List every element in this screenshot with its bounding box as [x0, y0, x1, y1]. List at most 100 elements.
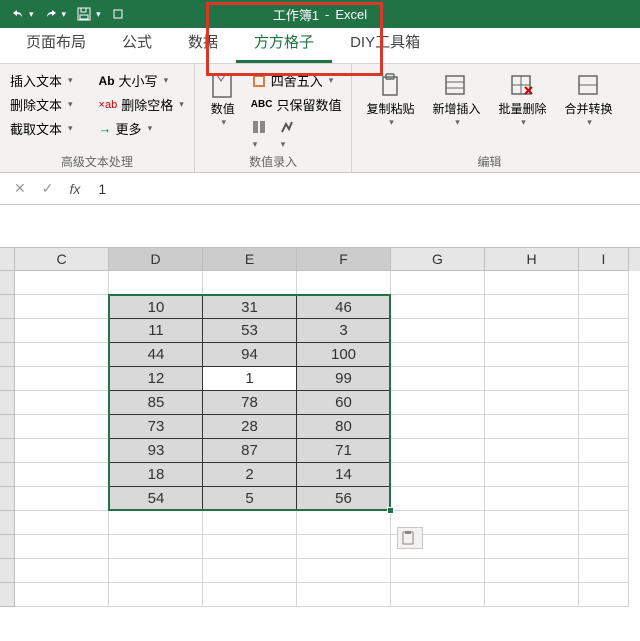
- tab-formulas[interactable]: 公式: [104, 23, 170, 63]
- cell[interactable]: [485, 415, 579, 439]
- row-header[interactable]: [0, 511, 15, 535]
- row-header[interactable]: [0, 535, 15, 559]
- cell[interactable]: [15, 367, 109, 391]
- col-header-f[interactable]: F: [297, 248, 391, 271]
- cell[interactable]: [579, 343, 629, 367]
- cell[interactable]: 1: [203, 367, 297, 391]
- row-header[interactable]: [0, 463, 15, 487]
- cell[interactable]: [109, 271, 203, 295]
- cell[interactable]: 46: [297, 295, 391, 319]
- cell[interactable]: [203, 511, 297, 535]
- cell[interactable]: [579, 559, 629, 583]
- insert-text-button[interactable]: 插入文本▾: [8, 70, 75, 91]
- cell[interactable]: [579, 487, 629, 511]
- cell[interactable]: [579, 439, 629, 463]
- fill-handle[interactable]: [387, 507, 394, 514]
- tab-diy-toolbox[interactable]: DIY工具箱: [332, 23, 438, 63]
- row-header[interactable]: [0, 295, 15, 319]
- cell[interactable]: [203, 535, 297, 559]
- cell[interactable]: [485, 511, 579, 535]
- case-button[interactable]: Ab大小写▾: [97, 70, 186, 91]
- cell[interactable]: 85: [109, 391, 203, 415]
- cell[interactable]: [15, 319, 109, 343]
- redo-button[interactable]: ▾: [41, 5, 70, 23]
- row-header[interactable]: [0, 391, 15, 415]
- cell[interactable]: [485, 439, 579, 463]
- cell[interactable]: [579, 583, 629, 607]
- cell[interactable]: [391, 487, 485, 511]
- fx-icon[interactable]: fx: [61, 181, 88, 197]
- cell[interactable]: [297, 511, 391, 535]
- delete-text-button[interactable]: 删除文本▾: [8, 94, 75, 115]
- cell[interactable]: [15, 463, 109, 487]
- numeric-button[interactable]: 数值 ▾: [203, 70, 243, 151]
- cell[interactable]: [109, 535, 203, 559]
- cell[interactable]: [579, 367, 629, 391]
- qat-more[interactable]: [108, 5, 128, 23]
- row-header[interactable]: [0, 343, 15, 367]
- cell[interactable]: [297, 559, 391, 583]
- cell[interactable]: [203, 583, 297, 607]
- cell[interactable]: [391, 391, 485, 415]
- cell[interactable]: 44: [109, 343, 203, 367]
- col-header-e[interactable]: E: [203, 248, 297, 271]
- cell[interactable]: 11: [109, 319, 203, 343]
- cell[interactable]: [485, 271, 579, 295]
- cell[interactable]: 28: [203, 415, 297, 439]
- row-header[interactable]: [0, 583, 15, 607]
- keep-values-button[interactable]: ABC 只保留数值: [249, 94, 344, 115]
- cell[interactable]: 14: [297, 463, 391, 487]
- cell[interactable]: 78: [203, 391, 297, 415]
- cell[interactable]: 10: [109, 295, 203, 319]
- cell[interactable]: 73: [109, 415, 203, 439]
- cell[interactable]: [391, 319, 485, 343]
- cell[interactable]: 94: [203, 343, 297, 367]
- cell[interactable]: [391, 367, 485, 391]
- numeric-small-1[interactable]: ▾: [251, 119, 267, 150]
- cell[interactable]: [579, 391, 629, 415]
- cell[interactable]: [203, 271, 297, 295]
- cell[interactable]: 93: [109, 439, 203, 463]
- col-header-d[interactable]: D: [109, 248, 203, 271]
- col-header-g[interactable]: G: [391, 248, 485, 271]
- row-header[interactable]: [0, 271, 15, 295]
- row-header[interactable]: [0, 415, 15, 439]
- undo-button[interactable]: ▾: [8, 5, 37, 23]
- tab-data[interactable]: 数据: [170, 23, 236, 63]
- cell[interactable]: 5: [203, 487, 297, 511]
- cell[interactable]: [485, 559, 579, 583]
- cell[interactable]: 31: [203, 295, 297, 319]
- row-header[interactable]: [0, 559, 15, 583]
- insert-new-button[interactable]: 新增插入▾: [426, 70, 486, 151]
- cell[interactable]: [15, 415, 109, 439]
- cell[interactable]: [15, 295, 109, 319]
- cell[interactable]: 56: [297, 487, 391, 511]
- merge-convert-button[interactable]: 合并转换▾: [559, 70, 619, 151]
- cell[interactable]: 100: [297, 343, 391, 367]
- cell[interactable]: [15, 343, 109, 367]
- formula-input[interactable]: 1: [88, 181, 640, 197]
- cell[interactable]: [391, 439, 485, 463]
- cell[interactable]: [579, 511, 629, 535]
- col-header-i[interactable]: I: [579, 248, 629, 271]
- cell[interactable]: [579, 271, 629, 295]
- col-header-c[interactable]: C: [15, 248, 109, 271]
- cell[interactable]: 87: [203, 439, 297, 463]
- row-header[interactable]: [0, 367, 15, 391]
- row-header[interactable]: [0, 439, 15, 463]
- cell[interactable]: [391, 583, 485, 607]
- cell[interactable]: [485, 487, 579, 511]
- cell[interactable]: [579, 319, 629, 343]
- cell[interactable]: [579, 415, 629, 439]
- cell[interactable]: [15, 511, 109, 535]
- cell[interactable]: [109, 583, 203, 607]
- cell[interactable]: 54: [109, 487, 203, 511]
- batch-delete-button[interactable]: 批量删除▾: [492, 70, 552, 151]
- cell[interactable]: 3: [297, 319, 391, 343]
- cell[interactable]: [391, 415, 485, 439]
- cell[interactable]: 18: [109, 463, 203, 487]
- col-header-h[interactable]: H: [485, 248, 579, 271]
- cell[interactable]: 80: [297, 415, 391, 439]
- row-header[interactable]: [0, 319, 15, 343]
- round-button[interactable]: 四舍五入▾: [249, 70, 344, 91]
